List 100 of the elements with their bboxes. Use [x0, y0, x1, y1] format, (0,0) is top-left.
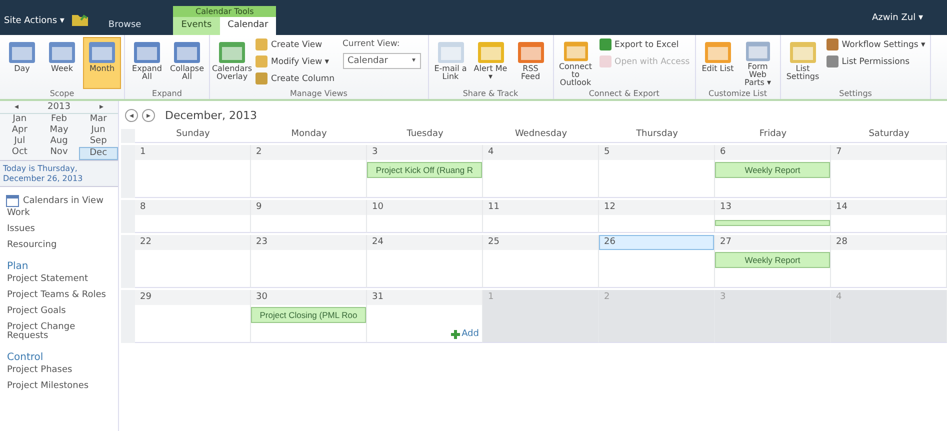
month-item[interactable]: Jun [78, 125, 118, 136]
group-label: Connect & Export [588, 89, 660, 100]
month-item[interactable]: May [39, 125, 79, 136]
ribbon-button[interactable]: Edit List [698, 37, 737, 89]
week-gutter[interactable] [121, 290, 135, 343]
ribbon-button[interactable]: Connect to Outlook [556, 37, 594, 89]
day-cell[interactable]: 4 [483, 145, 599, 198]
nav-link[interactable]: Project Goals [0, 304, 118, 319]
day-cell[interactable]: 26 [599, 235, 715, 288]
nav-link[interactable]: Work [0, 207, 118, 222]
user-menu[interactable]: Azwin Zul ▾ [872, 12, 923, 22]
ribbon-small-button[interactable]: Export to Excel [596, 37, 692, 52]
ribbon-small-button[interactable]: Create View [253, 37, 336, 52]
group-label: Share & Track [462, 89, 520, 100]
day-cell[interactable]: 3 Project Kick Off (Ruang R [367, 145, 483, 198]
ribbon-tab[interactable]: Events [173, 17, 220, 35]
day-cell[interactable]: 23 [251, 235, 367, 288]
ribbon-tab[interactable]: Calendar [220, 17, 276, 35]
calendar-icon [6, 195, 19, 208]
day-number: 2 [251, 145, 366, 160]
nav-link[interactable]: Project Change Requests [0, 320, 118, 344]
weekday-header: Wednesday [483, 129, 599, 143]
day-cell[interactable]: 27 Weekly Report [715, 235, 831, 288]
today-text: Today is Thursday, December 26, 2013 [0, 161, 118, 188]
nav-link[interactable]: Project Statement [0, 272, 118, 287]
day-cell[interactable]: 6 Weekly Report [715, 145, 831, 198]
next-month-button[interactable]: ▸ [142, 108, 155, 122]
ribbon-button[interactable]: Collapse All [168, 37, 206, 89]
plus-icon [450, 330, 460, 338]
previous-month-button[interactable]: ◂ [125, 108, 138, 122]
nav-heading[interactable]: Control [0, 352, 118, 364]
previous-year-button[interactable]: ◂ [14, 102, 19, 112]
calendar-event[interactable]: Weekly Report [715, 162, 830, 178]
day-number: 8 [135, 200, 250, 215]
calendar-event[interactable] [715, 220, 830, 226]
day-cell[interactable]: 5 [599, 145, 715, 198]
month-item[interactable]: Mar [78, 114, 118, 125]
week-gutter[interactable] [121, 145, 135, 198]
day-number: 11 [483, 200, 598, 215]
day-cell[interactable]: 1 [135, 145, 251, 198]
ribbon-button[interactable]: E-mail a Link [432, 37, 470, 89]
ribbon-button[interactable]: Expand All [128, 37, 166, 89]
month-item[interactable]: Sep [78, 136, 118, 147]
day-cell[interactable]: 30 Project Closing (PML Roo [251, 290, 367, 343]
nav-link[interactable]: Resourcing [0, 238, 118, 253]
ribbon-button[interactable]: Form Web Parts ▾ [738, 37, 777, 89]
month-item[interactable]: Apr [0, 125, 40, 136]
month-item[interactable]: Jul [0, 136, 40, 147]
ribbon-small-button[interactable]: Workflow Settings ▾ [824, 37, 928, 52]
month-item[interactable]: Dec [78, 147, 118, 160]
ribbon-button[interactable]: Day [3, 37, 41, 89]
toolbar-icon [217, 39, 247, 65]
calendar-event[interactable]: Weekly Report [715, 252, 830, 268]
day-cell[interactable]: 10 [367, 200, 483, 233]
calendar-event[interactable]: Project Closing (PML Roo [251, 307, 366, 323]
weekday-header: Friday [715, 129, 831, 143]
day-cell[interactable]: 13 [715, 200, 831, 233]
month-item[interactable]: Feb [39, 114, 79, 125]
day-cell[interactable]: 24 [367, 235, 483, 288]
ribbon-button[interactable]: Calendars Overlay [213, 37, 251, 89]
ribbon-small-button[interactable]: Create Column [253, 71, 336, 86]
day-cell[interactable]: 7 [831, 145, 947, 198]
week-gutter[interactable] [121, 200, 135, 233]
week-gutter[interactable] [121, 235, 135, 288]
day-cell[interactable]: 29 [135, 290, 251, 343]
day-cell[interactable]: 28 [831, 235, 947, 288]
day-cell[interactable]: 25 [483, 235, 599, 288]
day-cell[interactable]: 2 [251, 145, 367, 198]
day-cell[interactable]: 12 [599, 200, 715, 233]
ribbon-button[interactable]: Month [83, 37, 121, 89]
nav-link[interactable]: Issues [0, 223, 118, 237]
ribbon-button[interactable]: Week [43, 37, 81, 89]
toolbar-icon [598, 38, 612, 51]
month-item[interactable]: Oct [0, 147, 40, 160]
month-item[interactable]: Jan [0, 114, 40, 125]
day-cell[interactable]: 9 [251, 200, 367, 233]
nav-link[interactable]: Project Teams & Roles [0, 288, 118, 303]
nav-heading[interactable]: Plan [0, 260, 118, 273]
ribbon-small-button[interactable]: List Permissions [824, 54, 928, 69]
nav-link[interactable]: Project Milestones [0, 380, 118, 394]
month-item[interactable]: Aug [39, 136, 79, 147]
ribbon-button[interactable]: RSS Feed [512, 37, 550, 89]
folder-icon[interactable] [72, 13, 88, 26]
day-cell[interactable]: 8 [135, 200, 251, 233]
nav-link[interactable]: Project Phases [0, 364, 118, 378]
ribbon-button[interactable]: Alert Me ▾ [472, 37, 510, 89]
calendar-event[interactable]: Project Kick Off (Ruang R [367, 162, 482, 178]
day-cell[interactable]: 14 [831, 200, 947, 233]
site-actions-menu[interactable]: Site Actions ▾ [4, 16, 64, 26]
day-cell[interactable]: 11 [483, 200, 599, 233]
day-number: 3 [367, 145, 482, 160]
month-item[interactable]: Nov [39, 147, 79, 160]
calendars-in-view-heading: Calendars in View [23, 196, 104, 206]
next-year-button[interactable]: ▸ [99, 102, 104, 112]
day-cell[interactable]: 31 Add [367, 290, 483, 343]
add-event-link[interactable]: Add [450, 329, 479, 339]
ribbon-small-button[interactable]: Modify View ▾ [253, 54, 336, 69]
ribbon-button[interactable]: List Settings [784, 37, 822, 89]
day-cell[interactable]: 22 [135, 235, 251, 288]
ribbon-tab[interactable]: Browse [100, 17, 150, 33]
